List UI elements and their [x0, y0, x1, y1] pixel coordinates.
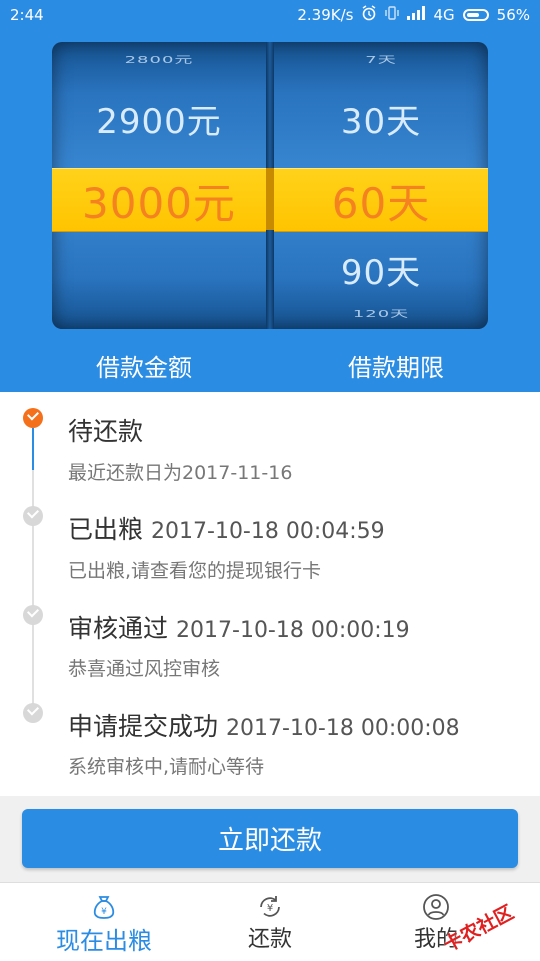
status-right: 2.39K/s 4G 56%	[297, 5, 530, 25]
alarm-icon	[361, 5, 377, 25]
term-option-top[interactable]: 30天	[274, 94, 488, 143]
timeline-connector-active	[32, 428, 34, 470]
network-type: 4G	[433, 6, 455, 24]
timeline-dot	[23, 506, 43, 526]
check-icon	[26, 703, 40, 716]
loan-status-timeline: 待还款 最近还款日为2017-11-16 已出粮 2017-10-18 00:04…	[0, 392, 540, 796]
timeline-step-desc: 系统审核中,请耐心等待	[68, 756, 265, 778]
step-title: 待还款	[68, 417, 144, 446]
amount-option-far-top[interactable]: 2800元	[52, 52, 266, 66]
check-icon	[26, 408, 40, 421]
battery-percent: 56%	[496, 6, 530, 24]
nav-item-borrow[interactable]: ¥ 现在出粮	[14, 883, 194, 961]
loan-picker: 2800元 2900元 3000元 7天 30天 60天 90天 120天	[52, 42, 488, 329]
step-title: 申请提交成功	[68, 712, 219, 741]
timeline-dot	[23, 703, 43, 723]
check-icon	[26, 506, 40, 519]
timeline-step-title: 已出粮 2017-10-18 00:04:59	[68, 510, 385, 546]
loan-term-label: 借款期限	[348, 354, 444, 382]
watermark-text: 卡农社区	[439, 900, 518, 956]
status-bar: 2:44 2.39K/s 4G 56%	[0, 0, 540, 30]
nav-item-repay[interactable]: ¥ 还款	[180, 883, 360, 961]
signal-icon	[407, 6, 426, 24]
timeline-step-title: 申请提交成功 2017-10-18 00:00:08	[68, 707, 460, 743]
step-time: 2017-10-18 00:00:19	[176, 618, 410, 643]
timeline-step-title: 审核通过 2017-10-18 00:00:19	[68, 609, 410, 645]
term-option-selected[interactable]: 60天	[274, 170, 488, 231]
check-icon	[26, 605, 40, 618]
status-time: 2:44	[10, 6, 44, 24]
term-option-far-top[interactable]: 7天	[274, 52, 488, 66]
timeline-dot	[23, 605, 43, 625]
timeline-step-desc: 恭喜通过风控审核	[68, 658, 221, 680]
timeline-step-title: 待还款	[68, 412, 151, 448]
svg-text:¥: ¥	[267, 903, 273, 914]
term-option-far-bottom[interactable]: 120天	[274, 306, 488, 320]
timeline-dot-active	[23, 408, 43, 428]
nav-label: 还款	[247, 927, 292, 952]
svg-text:¥: ¥	[101, 907, 107, 917]
timeline-step-desc: 已出粮,请查看您的提现银行卡	[68, 560, 322, 582]
picker-labels: 借款金额 借款期限	[0, 348, 540, 392]
amount-option-top[interactable]: 2900元	[52, 94, 266, 143]
term-option-bottom[interactable]: 90天	[274, 245, 488, 294]
picker-selection-divider	[266, 168, 274, 230]
forum-watermark: 卡农社区	[440, 901, 540, 956]
amount-option-selected[interactable]: 3000元	[52, 170, 266, 231]
repay-now-button[interactable]: 立即还款	[22, 809, 518, 868]
step-title: 审核通过	[68, 614, 169, 643]
battery-icon	[462, 9, 489, 21]
amount-wheel[interactable]: 2800元 2900元 3000元	[52, 42, 266, 329]
vibrate-icon	[385, 5, 400, 25]
loan-amount-label: 借款金额	[96, 354, 192, 382]
loan-header: 2800元 2900元 3000元 7天 30天 60天 90天 120天 借款…	[0, 30, 540, 392]
step-time: 2017-10-18 00:04:59	[151, 519, 385, 544]
term-wheel[interactable]: 7天 30天 60天 90天 120天	[274, 42, 488, 329]
net-speed: 2.39K/s	[297, 6, 354, 24]
repay-button-area: 立即还款	[0, 796, 540, 882]
timeline-step-desc: 最近还款日为2017-11-16	[68, 462, 293, 484]
step-title: 已出粮	[68, 515, 144, 544]
step-time: 2017-10-18 00:00:08	[226, 716, 460, 741]
nav-label: 现在出粮	[56, 927, 152, 955]
